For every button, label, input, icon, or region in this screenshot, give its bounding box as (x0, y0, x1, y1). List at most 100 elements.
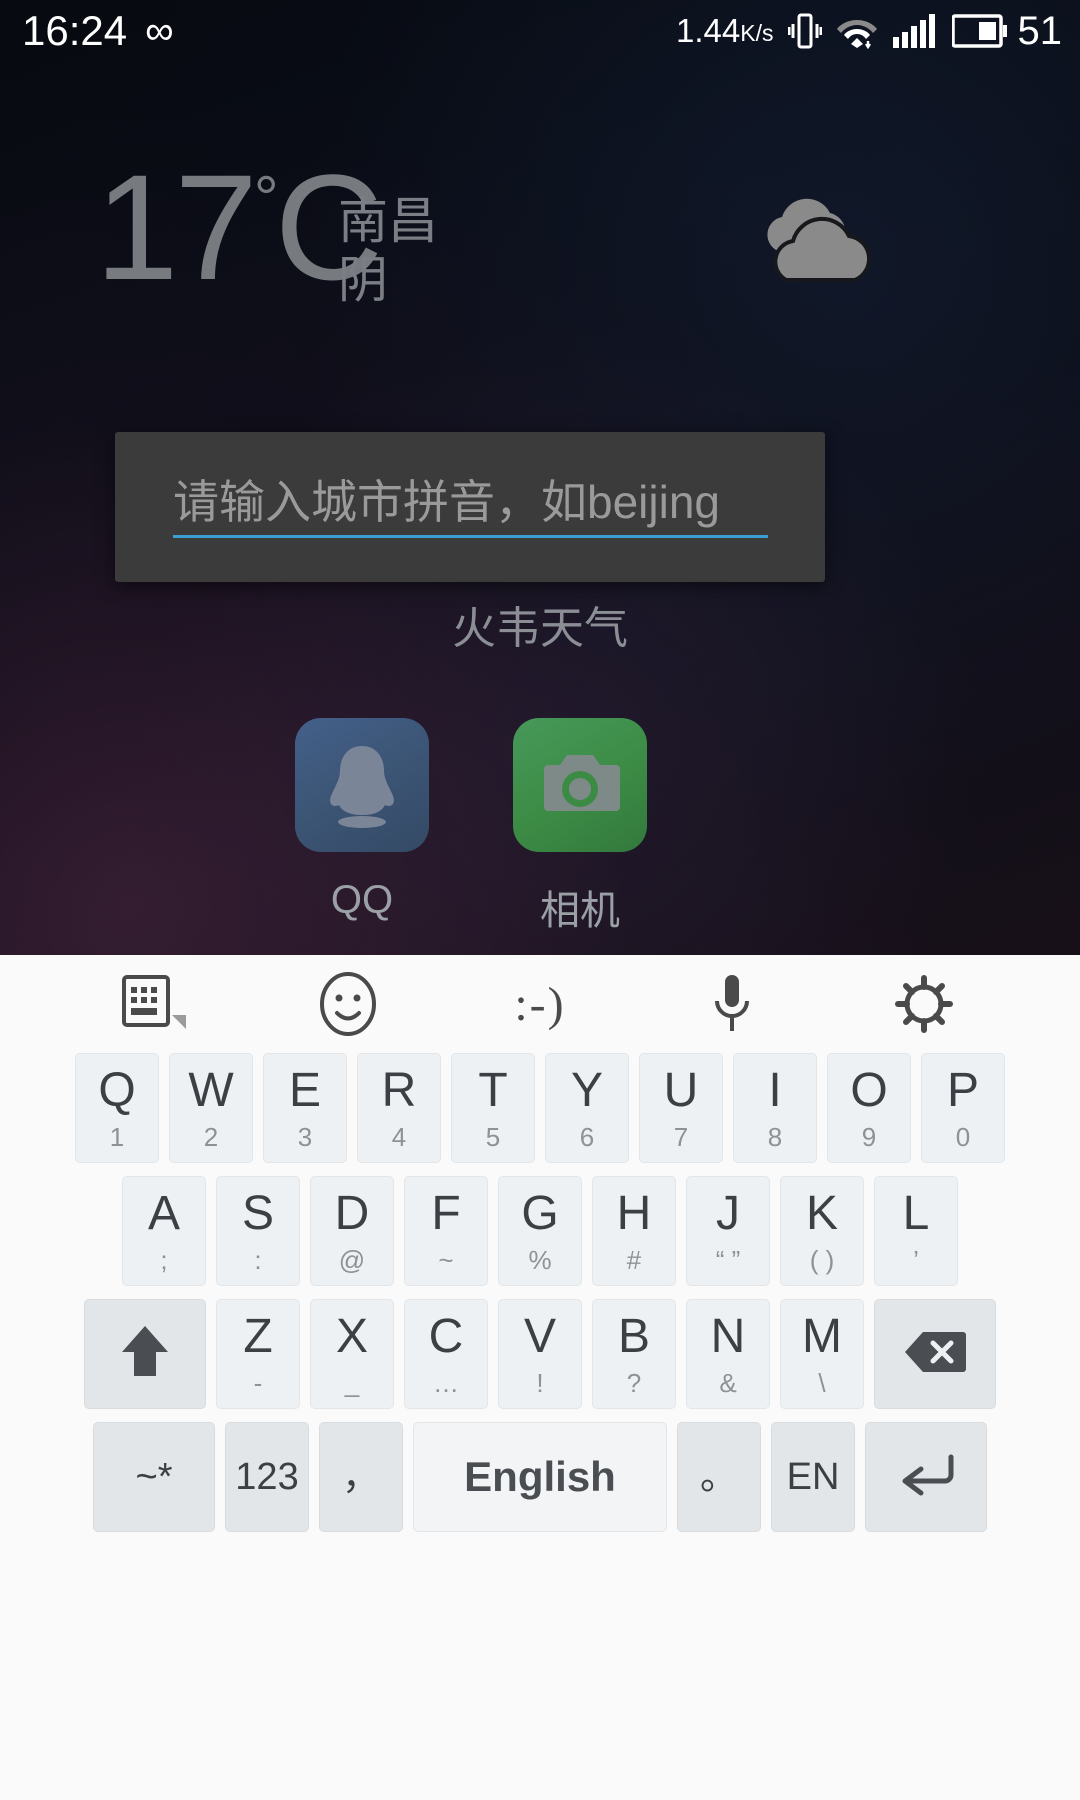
key-sub-label: 4 (391, 1121, 407, 1152)
key-main-label: P (946, 1063, 979, 1117)
key-main-label: R (381, 1063, 417, 1117)
key-x[interactable]: X _ (310, 1299, 394, 1409)
key-sub-label: 7 (673, 1121, 689, 1152)
key-p[interactable]: P0 (921, 1053, 1005, 1163)
overcast-clouds-icon (742, 190, 882, 290)
key-t[interactable]: T5 (451, 1053, 535, 1163)
key-main-label: T (478, 1063, 508, 1117)
key-main-label: V (523, 1309, 556, 1363)
key-main-label: D (334, 1186, 370, 1240)
key-u[interactable]: U7 (639, 1053, 723, 1163)
keyboard-row-1: Q1 W2 E3 R4 T5 Y6 U7 I8 O9 P0 (0, 1053, 1080, 1163)
key-sub-label: ’ (913, 1244, 919, 1275)
app-shortcut-camera[interactable]: 相机 (480, 718, 680, 936)
key-d[interactable]: D @ (310, 1176, 394, 1286)
settings-gear-icon[interactable] (869, 961, 979, 1047)
key-f[interactable]: F ~ (404, 1176, 488, 1286)
key-main-label: U (663, 1063, 699, 1117)
weather-city-name: 南昌 (338, 193, 438, 249)
app-shortcut-qq[interactable]: QQ (262, 718, 462, 923)
key-h[interactable]: H # (592, 1176, 676, 1286)
key-sub-label: ; (160, 1244, 168, 1275)
symbols-key[interactable]: ~* (93, 1422, 215, 1532)
emoji-icon[interactable] (293, 961, 403, 1047)
key-main-label: N (710, 1309, 746, 1363)
key-sub-label: 8 (767, 1121, 783, 1152)
key-o[interactable]: O9 (827, 1053, 911, 1163)
key-g[interactable]: G% (498, 1176, 582, 1286)
key-main-label: S (241, 1186, 274, 1240)
key-sub-label: @ (338, 1244, 366, 1275)
key-e[interactable]: E3 (263, 1053, 347, 1163)
key-b[interactable]: B? (592, 1299, 676, 1409)
shift-arrow-icon (118, 1322, 172, 1387)
key-j[interactable]: J “ ” (686, 1176, 770, 1286)
key-main-label: H (616, 1186, 652, 1240)
app-label-qq: QQ (330, 878, 394, 922)
key-sub-label: 3 (297, 1121, 313, 1152)
key-main-label: English (464, 1453, 616, 1500)
keyboard-switch-icon[interactable] (101, 961, 211, 1047)
keyboard-toolbar: :-) (0, 955, 1080, 1053)
key-main-label: E (288, 1063, 321, 1117)
backspace-key[interactable] (874, 1299, 996, 1409)
city-search-placeholder: 请输入城市拼音，如beijing (173, 476, 720, 528)
key-sub-label: # (626, 1244, 642, 1275)
city-search-field[interactable]: 请输入城市拼音，如beijing (173, 476, 768, 538)
key-sub-label: & (719, 1367, 737, 1398)
key-q[interactable]: Q1 (75, 1053, 159, 1163)
weather-widget[interactable]: 17°C 南昌 阴 (0, 152, 1080, 310)
key-main-label: M (802, 1309, 842, 1363)
key-y[interactable]: Y6 (545, 1053, 629, 1163)
key-sub-label: % (528, 1244, 552, 1275)
app-icon-row: QQ 相机 (0, 718, 1080, 938)
weather-temperature: 17°C (95, 143, 383, 311)
weather-location: 南昌 阴 (338, 192, 438, 310)
network-speed: 1.44K/s (676, 12, 774, 49)
emoticon-text: :-) (514, 977, 566, 1031)
key-main-label: I (768, 1063, 782, 1117)
key-s[interactable]: S: (216, 1176, 300, 1286)
key-c[interactable]: C… (404, 1299, 488, 1409)
shift-key[interactable] (84, 1299, 206, 1409)
language-key[interactable]: EN (771, 1422, 855, 1532)
key-m[interactable]: M \ (780, 1299, 864, 1409)
key-l[interactable]: L’ (874, 1176, 958, 1286)
key-a[interactable]: A; (122, 1176, 206, 1286)
key-w[interactable]: W2 (169, 1053, 253, 1163)
status-bar-left: 16:24 ∞ (22, 7, 174, 54)
key-main-label: Q (98, 1063, 136, 1117)
key-main-label: C (428, 1309, 464, 1363)
period-key[interactable]: 。 (677, 1422, 761, 1532)
enter-key[interactable] (865, 1422, 987, 1532)
on-screen-keyboard: :-) Q 1 W 2 E 3 R 4 T 5 Y 6 U 7 I 8 O 9 … (0, 955, 1080, 1800)
key-sub-label: ? (626, 1367, 642, 1398)
microphone-icon[interactable] (677, 961, 787, 1047)
city-search-dialog[interactable]: 请输入城市拼音，如beijing (115, 432, 825, 582)
key-main-label: O (850, 1063, 888, 1117)
key-k[interactable]: K ( ) (780, 1176, 864, 1286)
key-n[interactable]: N & (686, 1299, 770, 1409)
key-main-label: Z (243, 1309, 273, 1363)
emoticon-icon[interactable]: :-) (485, 961, 595, 1047)
status-clock: 16:24 (22, 7, 128, 54)
key-sub-label: 0 (955, 1121, 971, 1152)
battery-icon (951, 14, 1008, 48)
backspace-icon (903, 1328, 967, 1381)
key-sub-label: ! (536, 1367, 544, 1398)
key-main-label: F (431, 1186, 461, 1240)
app-label-camera: 相机 (540, 889, 620, 933)
key-main-label: X (335, 1309, 368, 1363)
camera-icon (513, 718, 647, 852)
key-r[interactable]: R4 (357, 1053, 441, 1163)
status-bar-right: 1.44K/s 51 (676, 9, 1062, 54)
space-key[interactable]: English (413, 1422, 667, 1532)
key-v[interactable]: V! (498, 1299, 582, 1409)
numbers-key[interactable]: 123 (225, 1422, 309, 1532)
key-main-label: K (805, 1186, 838, 1240)
key-z[interactable]: Z- (216, 1299, 300, 1409)
key-sub-label: 2 (203, 1121, 219, 1152)
comma-key[interactable]: ， (319, 1422, 403, 1532)
key-i[interactable]: I8 (733, 1053, 817, 1163)
key-main-label: EN (786, 1456, 840, 1498)
